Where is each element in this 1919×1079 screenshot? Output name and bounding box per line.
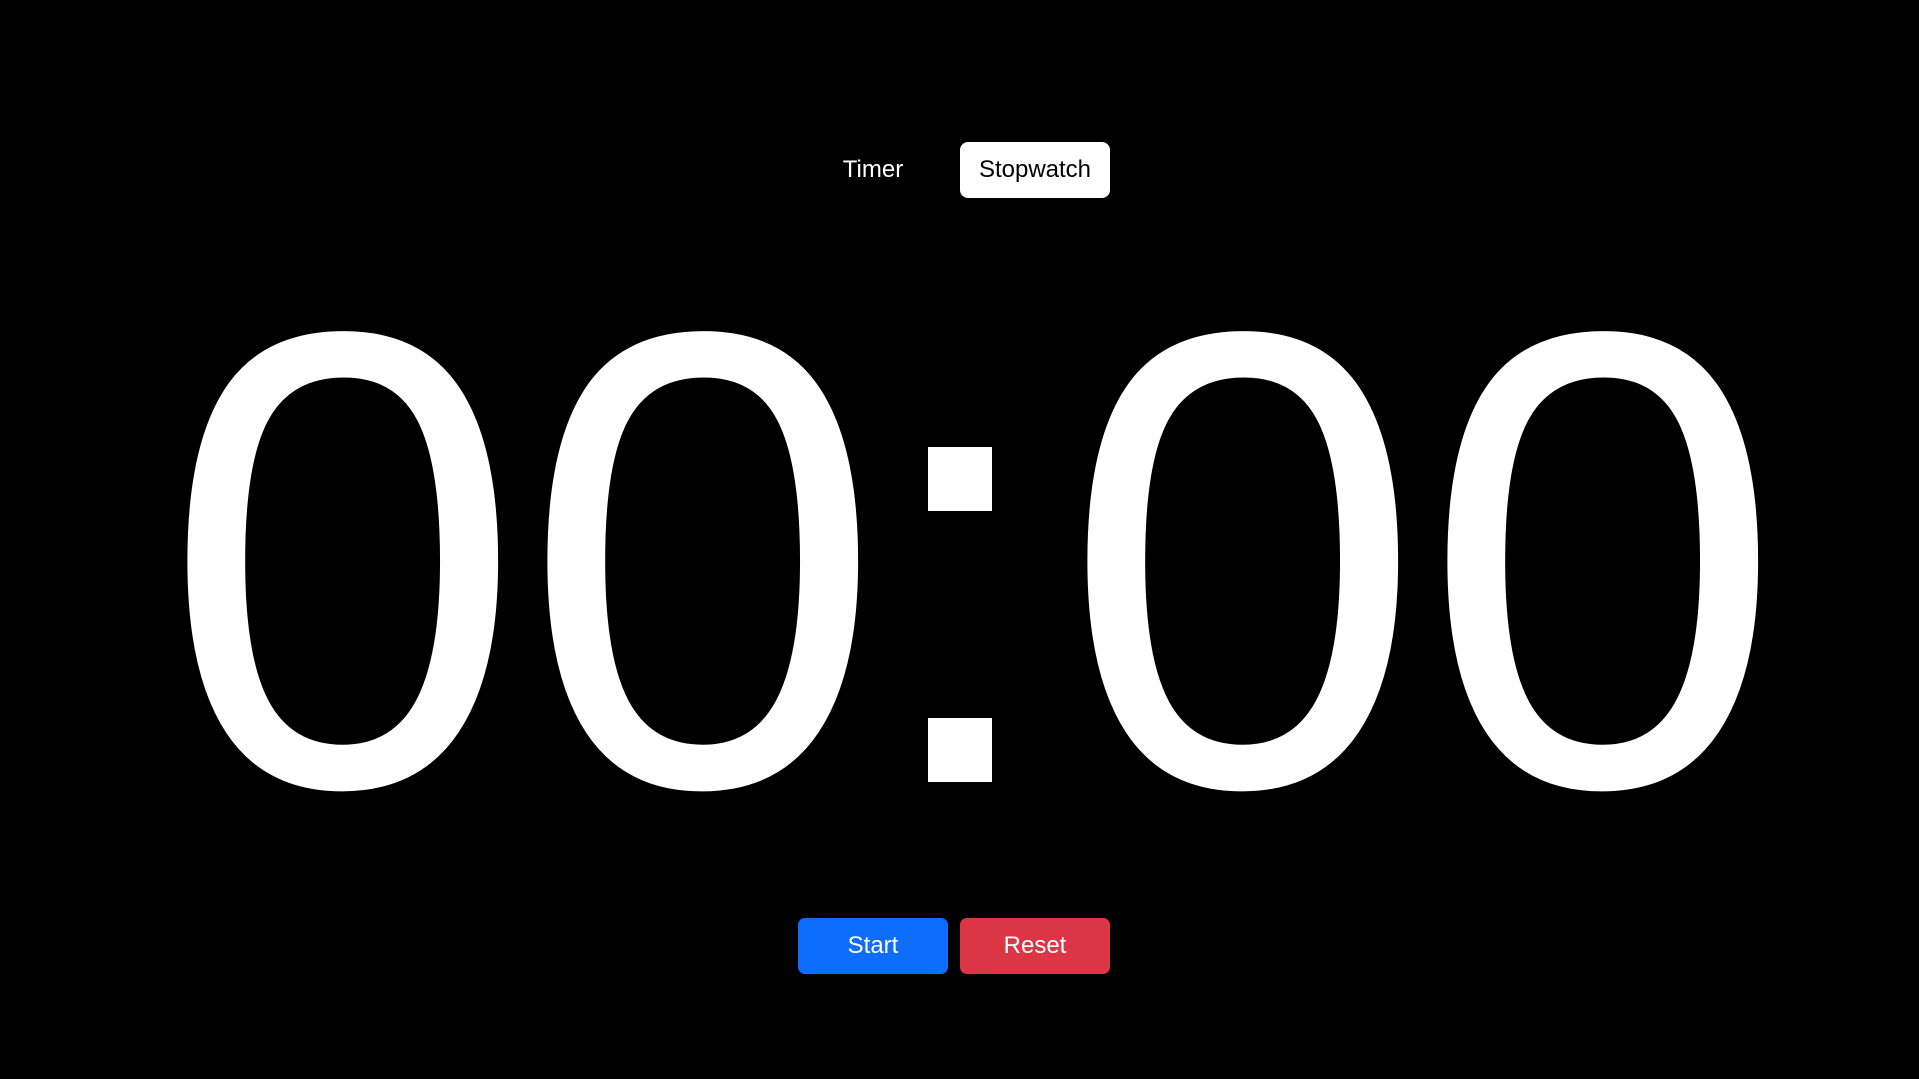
stopwatch-app: Timer Stopwatch 0 0 0 0 Start Reset <box>0 0 1919 1079</box>
seconds-tens-digit: 0 <box>1062 197 1424 923</box>
stopwatch-mode-button[interactable]: Stopwatch <box>960 142 1110 198</box>
reset-button[interactable]: Reset <box>960 918 1110 974</box>
timer-mode-button[interactable]: Timer <box>798 142 948 198</box>
seconds-ones-digit: 0 <box>1422 197 1784 923</box>
start-button[interactable]: Start <box>798 918 948 974</box>
separator-top-dot <box>928 447 992 511</box>
time-display: 0 0 0 0 <box>0 197 1919 923</box>
control-buttons: Start Reset <box>0 918 1919 974</box>
minutes-tens-digit: 0 <box>162 197 524 923</box>
minutes-ones-digit: 0 <box>522 197 884 923</box>
mode-toggle: Timer Stopwatch <box>0 142 1919 198</box>
time-separator <box>928 280 992 840</box>
separator-bottom-dot <box>928 718 992 782</box>
